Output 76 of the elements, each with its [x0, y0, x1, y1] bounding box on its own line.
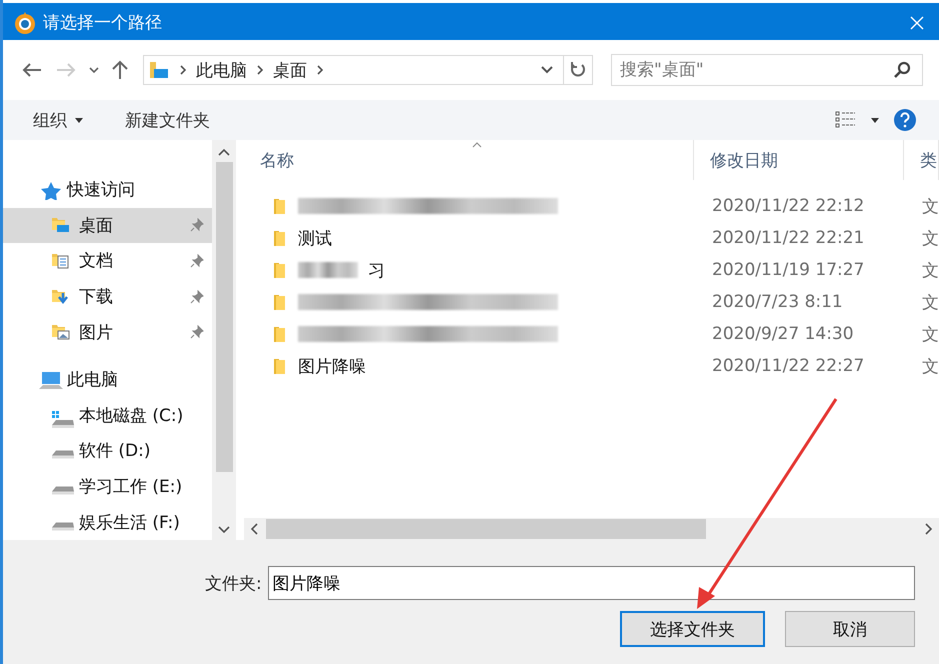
drive-icon	[51, 486, 75, 496]
folder-icon	[272, 357, 288, 375]
folder-label: 文件夹:	[205, 572, 262, 594]
cancel-button[interactable]: 取消	[785, 611, 915, 647]
file-name: 测试	[298, 228, 332, 250]
app-logo-icon	[13, 10, 37, 34]
sidebar-item[interactable]: 学习工作 (E:)	[3, 468, 212, 504]
sidebar-item[interactable]: 图片	[3, 314, 212, 350]
windows-drive-icon	[51, 409, 75, 430]
file-type: 文	[921, 260, 939, 282]
scrollbar-thumb[interactable]	[266, 519, 706, 539]
folder-icon	[272, 293, 288, 311]
column-header[interactable]: 名称	[244, 140, 694, 180]
folder-icon	[272, 197, 288, 215]
file-type: 文	[921, 292, 939, 314]
file-type: 文	[921, 196, 939, 218]
refresh-icon[interactable]	[570, 61, 586, 79]
sidebar-item[interactable]: 文档	[3, 243, 212, 279]
sidebar-item[interactable]: 娱乐生活 (F:)	[3, 504, 212, 540]
help-icon[interactable]	[893, 108, 917, 132]
sidebar-item[interactable]: 桌面	[3, 208, 212, 244]
up-arrow-icon[interactable]	[111, 60, 129, 80]
modified-date: 2020/11/19 17:27	[711, 260, 866, 280]
sidebar-item[interactable]: 本地磁盘 (C:)	[3, 398, 212, 434]
scrollbar[interactable]	[212, 140, 236, 540]
modified-date: 2020/11/22 22:27	[711, 356, 866, 376]
star-icon	[39, 180, 63, 200]
search-field[interactable]: 搜索"桌面"	[611, 54, 923, 86]
recent-dropdown-icon[interactable]	[89, 66, 99, 74]
folder-icon	[272, 261, 288, 279]
scrollbar-thumb[interactable]	[216, 162, 232, 472]
file-name: 图片降噪	[298, 356, 366, 378]
details-view-icon[interactable]	[835, 111, 857, 129]
file-type: 文	[921, 228, 939, 250]
sidebar-item[interactable]: 下载	[3, 278, 212, 314]
select-folder-button[interactable]: 选择文件夹	[620, 611, 765, 647]
desktop-folder-icon	[148, 60, 170, 80]
scroll-down-icon	[218, 526, 230, 534]
file-name: 习	[368, 260, 385, 282]
scrollbar[interactable]	[244, 518, 939, 540]
computer-icon	[39, 370, 63, 390]
breadcrumb-item[interactable]: 此电脑	[196, 58, 247, 82]
close-icon[interactable]	[909, 14, 925, 30]
breadcrumb-item[interactable]: 桌面	[273, 58, 307, 82]
modified-date: 2020/7/23 8:11	[711, 292, 844, 312]
modified-date: 2020/11/22 22:12	[711, 196, 866, 216]
organize-menu-button[interactable]: 组织	[29, 106, 87, 134]
drive-icon	[51, 450, 75, 460]
sidebar-item[interactable]: 此电脑	[3, 362, 212, 398]
column-header[interactable]: 修改日期	[694, 140, 904, 180]
window-title: 请选择一个路径	[43, 12, 162, 34]
modified-date: 2020/9/27 14:30	[711, 324, 855, 344]
dropdown-icon[interactable]	[540, 65, 554, 75]
file-type: 文	[921, 324, 939, 346]
sidebar-item[interactable]: 快速访问	[3, 172, 212, 208]
folder-icon	[272, 229, 288, 247]
back-arrow-icon[interactable]	[21, 62, 43, 78]
folder-name-field[interactable]: 图片降噪	[268, 566, 915, 600]
caret-icon[interactable]	[871, 118, 879, 122]
file-type: 文	[921, 356, 939, 378]
column-header[interactable]: 类	[904, 140, 939, 180]
search-icon[interactable]	[893, 61, 911, 79]
sidebar-item[interactable]: 软件 (D:)	[3, 433, 212, 469]
chevron-icon	[316, 64, 324, 76]
caret-icon	[75, 118, 83, 122]
modified-date: 2020/11/22 22:21	[711, 228, 866, 248]
scroll-left-icon	[250, 523, 258, 535]
scroll-right-icon	[925, 523, 933, 535]
drive-icon	[51, 522, 75, 531]
chevron-icon	[256, 64, 264, 76]
address-bar[interactable]: 此电脑 桌面	[143, 55, 593, 85]
folder-icon	[272, 325, 288, 343]
chevron-icon	[179, 64, 187, 76]
scroll-up-icon	[218, 148, 230, 156]
new-folder-button[interactable]: 新建文件夹	[121, 106, 214, 134]
sort-caret-icon	[472, 142, 482, 148]
